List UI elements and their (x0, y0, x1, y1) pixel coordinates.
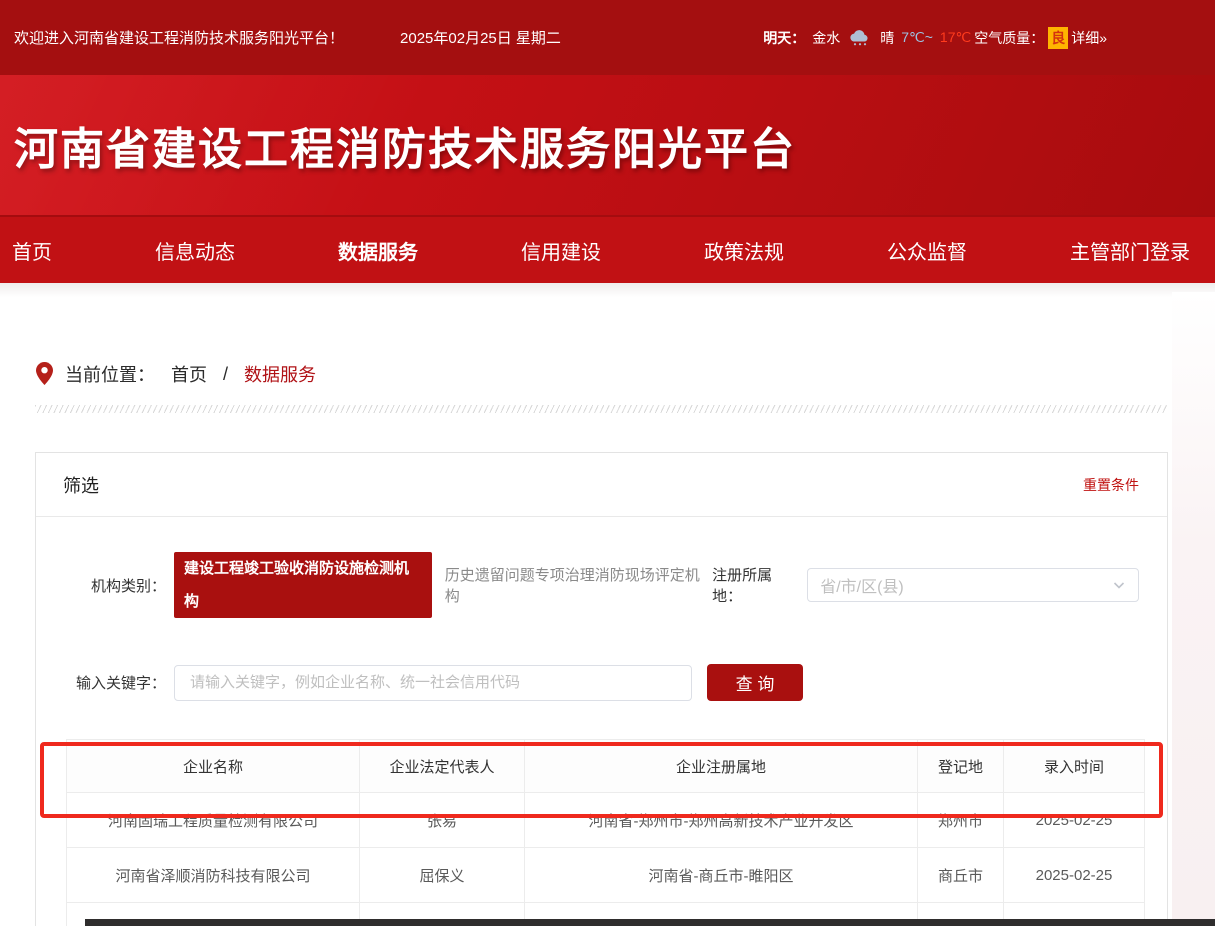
breadcrumb-home-link[interactable]: 首页 (171, 361, 207, 387)
category-option-inactive[interactable]: 历史遗留问题专项治理消防现场评定机构 (445, 564, 712, 606)
filter-panel: 筛选 重置条件 机构类别： 建设工程竣工验收消防设施检测机构 历史遗留问题专项治… (35, 452, 1168, 926)
region-label: 注册所属地： (712, 564, 801, 606)
category-filter-row: 机构类别： 建设工程竣工验收消防设施检测机构 历史遗留问题专项治理消防现场评定机… (36, 552, 1167, 618)
nav-item-policy[interactable]: 政策法规 (704, 236, 784, 265)
nav-item-data-services[interactable]: 数据服务 (338, 236, 418, 265)
results-table: 企业名称 企业法定代表人 企业注册属地 登记地 录入时间 河南固瑞工程质量检测有… (66, 739, 1145, 926)
search-button[interactable]: 查 询 (707, 664, 803, 701)
nav-item-home[interactable]: 首页 (12, 236, 52, 265)
site-header: 河南省建设工程消防技术服务阳光平台 (0, 75, 1215, 215)
keyword-input[interactable] (174, 665, 692, 701)
cell-legal-rep: 张易 (360, 793, 525, 848)
date-text: 2025年02月25日 星期二 (400, 27, 561, 48)
cell-registry-city: 郑州市 (918, 793, 1004, 848)
nav-item-credit[interactable]: 信用建设 (521, 236, 601, 265)
slash-divider (35, 405, 1168, 413)
filter-title: 筛选 (63, 472, 99, 498)
welcome-text: 欢迎进入河南省建设工程消防技术服务阳光平台！ (14, 27, 344, 48)
weather-tomorrow-label: 明天： (763, 28, 805, 48)
col-entry-date: 录入时间 (1004, 740, 1145, 793)
cell-entry-date: 2025-02-25 (1004, 848, 1145, 903)
breadcrumb-label: 当前位置： (65, 361, 155, 387)
weather-widget: 明天： 金水 晴 7℃~ 17℃ 空气质量： 良 详细» (763, 27, 1107, 49)
keyword-label: 输入关键字： (36, 672, 166, 693)
nav-item-supervision[interactable]: 公众监督 (887, 236, 967, 265)
site-title: 河南省建设工程消防技术服务阳光平台 (14, 113, 796, 177)
cell-registered-region: 河南省-商丘市-睢阳区 (525, 848, 918, 903)
weather-district: 金水 (812, 28, 840, 48)
col-company-name: 企业名称 (67, 740, 360, 793)
cell-company-name: 河南省泽顺消防科技有限公司 (67, 848, 360, 903)
cloud-icon (847, 29, 873, 47)
topbar: 欢迎进入河南省建设工程消防技术服务阳光平台！ 2025年02月25日 星期二 明… (0, 0, 1215, 75)
col-legal-rep: 企业法定代表人 (360, 740, 525, 793)
col-registry-city: 登记地 (918, 740, 1004, 793)
temp-high: 17℃ (940, 29, 971, 46)
region-select-placeholder: 省/市/区(县) (820, 573, 1112, 597)
reset-filters-link[interactable]: 重置条件 (1083, 475, 1139, 495)
breadcrumb-current-link[interactable]: 数据服务 (244, 361, 316, 387)
weather-condition: 晴 (880, 28, 894, 48)
air-quality-badge[interactable]: 良 (1048, 27, 1068, 49)
keyword-filter-row: 输入关键字： 查 询 (36, 664, 1167, 701)
main-nav: 首页 信息动态 数据服务 信用建设 政策法规 公众监督 主管部门登录 (0, 215, 1215, 283)
col-registered-region: 企业注册属地 (525, 740, 918, 793)
nav-item-admin-login[interactable]: 主管部门登录 (1070, 236, 1190, 265)
cell-registered-region: 河南省-郑州市-郑州高新技术产业开发区 (525, 793, 918, 848)
cell-company-name: 河南固瑞工程质量检测有限公司 (67, 793, 360, 848)
temp-low: 7℃~ (901, 29, 933, 46)
table-row[interactable]: 河南省泽顺消防科技有限公司 屈保义 河南省-商丘市-睢阳区 商丘市 2025-0… (67, 848, 1145, 903)
location-pin-icon (36, 362, 53, 386)
category-option-active[interactable]: 建设工程竣工验收消防设施检测机构 (174, 552, 432, 618)
category-label: 机构类别： (36, 575, 166, 596)
breadcrumb-separator: / (223, 364, 228, 385)
nav-shadow (0, 283, 1215, 297)
weather-detail-link[interactable]: 详细» (1071, 28, 1107, 48)
air-quality-label: 空气质量： (974, 28, 1044, 48)
cell-entry-date: 2025-02-25 (1004, 793, 1145, 848)
table-header-row: 企业名称 企业法定代表人 企业注册属地 登记地 录入时间 (67, 740, 1145, 793)
breadcrumb: 当前位置： 首页 / 数据服务 (36, 361, 1215, 387)
cell-registry-city: 商丘市 (918, 848, 1004, 903)
filter-panel-header: 筛选 重置条件 (36, 453, 1167, 517)
cell-legal-rep: 屈保义 (360, 848, 525, 903)
page-right-margin (1172, 292, 1215, 920)
bottom-edge-bar (85, 919, 1215, 926)
table-row-highlighted[interactable]: 河南固瑞工程质量检测有限公司 张易 河南省-郑州市-郑州高新技术产业开发区 郑州… (67, 793, 1145, 848)
nav-item-news[interactable]: 信息动态 (155, 236, 235, 265)
region-filter-group: 注册所属地： 省/市/区(县) (712, 564, 1167, 606)
region-select[interactable]: 省/市/区(县) (807, 568, 1139, 602)
chevron-down-icon (1112, 578, 1126, 592)
